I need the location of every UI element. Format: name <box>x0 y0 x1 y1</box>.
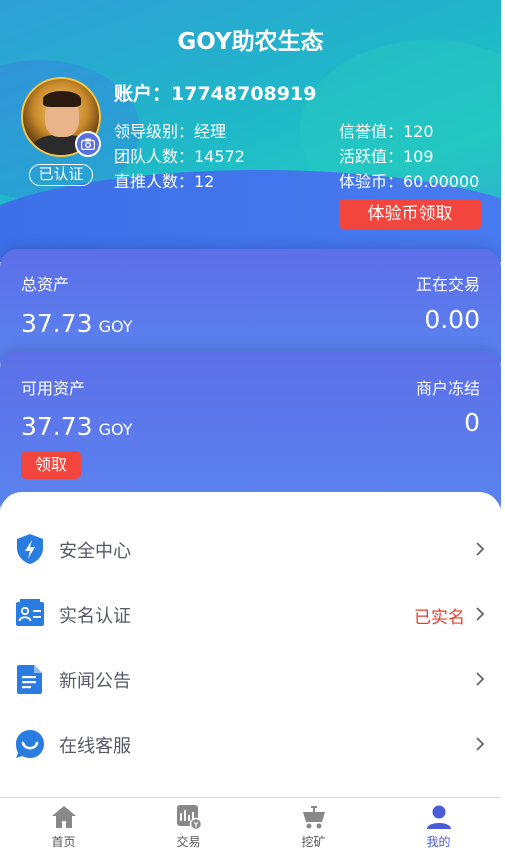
available-assets-amount: 37.73 GOY <box>21 412 132 441</box>
tab-label: 我的 <box>426 835 451 849</box>
home-icon <box>52 806 76 828</box>
team-size: 团队人数：14572 <box>114 147 245 166</box>
total-assets-unit: GOY <box>98 317 133 336</box>
tab-label: 首页 <box>51 835 76 849</box>
bottom-tab-bar: 首页 交易 挖矿 我的 <box>0 797 501 852</box>
tab-mining[interactable]: 挖矿 <box>251 798 376 852</box>
available-assets-label: 可用资产 <box>21 379 86 398</box>
avatar-hair <box>43 91 81 107</box>
menu-item-real-name-verification[interactable]: 实名认证 已实名 <box>0 584 501 644</box>
settings-menu: 安全中心 实名认证 已实名 新闻公告 在线客服 <box>0 492 501 802</box>
menu-item-news[interactable]: 新闻公告 <box>0 649 501 709</box>
trade-chart-icon <box>177 805 202 830</box>
total-assets-amount: 37.73 GOY <box>21 309 132 338</box>
app-screen: GOY助农生态 已认证 账户：17748708919 领导级别：经理 团队人数：… <box>0 0 501 852</box>
total-assets-value: 37.73 <box>21 309 93 338</box>
chevron-right-icon <box>476 737 485 751</box>
verified-badge: 已认证 <box>29 164 93 186</box>
menu-item-label: 新闻公告 <box>59 671 131 692</box>
menu-item-online-support[interactable]: 在线客服 <box>0 714 501 774</box>
leader-level: 领导级别：经理 <box>114 122 227 141</box>
chevron-right-icon <box>476 672 485 686</box>
direct-referrals: 直推人数：12 <box>114 172 215 191</box>
tab-home[interactable]: 首页 <box>1 798 126 852</box>
total-assets-label: 总资产 <box>21 275 70 294</box>
tab-mine[interactable]: 我的 <box>376 798 501 852</box>
menu-item-label: 在线客服 <box>59 736 131 757</box>
profile-header: GOY助农生态 已认证 账户：17748708919 领导级别：经理 团队人数：… <box>0 0 501 262</box>
camera-icon[interactable] <box>75 131 101 157</box>
chat-bubble-icon <box>16 730 44 758</box>
tab-label: 交易 <box>176 835 201 849</box>
trial-coins: 体验币：60.00000 <box>339 172 480 191</box>
verified-status: 已实名 <box>414 608 465 628</box>
chevron-right-icon <box>476 542 485 556</box>
claim-button[interactable]: 领取 <box>21 451 81 479</box>
available-assets-unit: GOY <box>98 420 133 439</box>
id-card-icon <box>16 599 44 626</box>
available-assets-value: 37.73 <box>21 412 93 441</box>
trading-value: 0.00 <box>424 305 480 334</box>
menu-item-label: 安全中心 <box>59 541 131 562</box>
page-title: GOY助农生态 <box>177 29 324 55</box>
account-number: 账户：17748708919 <box>114 83 317 105</box>
credit-score: 信誉值：120 <box>339 122 434 141</box>
user-icon <box>427 805 451 829</box>
menu-item-label: 实名认证 <box>59 606 131 627</box>
trading-label: 正在交易 <box>415 275 480 294</box>
page-margin <box>501 0 505 852</box>
mining-cart-icon <box>303 806 325 829</box>
claim-trial-coins-button[interactable]: 体验币领取 <box>339 199 481 229</box>
chevron-right-icon <box>476 607 485 621</box>
frozen-value: 0 <box>464 408 480 437</box>
shield-bolt-icon <box>17 534 43 564</box>
menu-item-security-center[interactable]: 安全中心 <box>0 519 501 579</box>
activity-score: 活跃值：109 <box>339 147 434 166</box>
tab-label: 挖矿 <box>301 835 326 849</box>
frozen-label: 商户冻结 <box>415 379 480 398</box>
tab-trade[interactable]: 交易 <box>126 798 251 852</box>
document-icon <box>17 665 42 694</box>
